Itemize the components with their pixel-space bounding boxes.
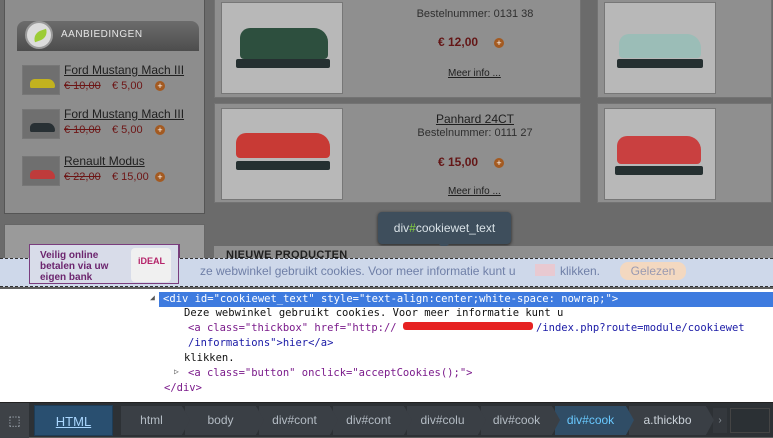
breadcrumb-item[interactable]: div#cook: [481, 406, 560, 435]
breadcrumb-item[interactable]: body: [185, 406, 264, 435]
deal-old-price: € 22,00: [64, 171, 101, 183]
webshop-page: AANBIEDINGEN Ford Mustang Mach III € 10,…: [0, 0, 773, 258]
deal-name[interactable]: Ford Mustang Mach III: [64, 63, 184, 77]
expand-icon[interactable]: ▷: [174, 367, 179, 376]
product-image[interactable]: [604, 108, 716, 200]
code-line[interactable]: Deze webwinkel gebruikt cookies. Voor me…: [184, 307, 563, 319]
accept-cookies-button[interactable]: Gelezen: [620, 262, 686, 280]
code-line[interactable]: /informations">hier</a>: [188, 337, 333, 349]
product-title[interactable]: Panhard 24CT: [380, 112, 570, 126]
product-image[interactable]: [604, 2, 716, 94]
code-line[interactable]: </div>: [164, 382, 202, 394]
product-price: € 15,00: [438, 155, 479, 169]
product-card: [597, 103, 772, 203]
code-line[interactable]: klikken.: [184, 352, 235, 364]
deal-name[interactable]: Renault Modus: [64, 154, 145, 168]
new-products-header: NIEUWE PRODUCTEN: [214, 246, 773, 258]
html-tab[interactable]: HTML: [34, 405, 113, 436]
scroll-right-icon[interactable]: ›: [713, 408, 727, 433]
deal-item[interactable]: Renault Modus € 22,00 € 15,00 +: [17, 154, 199, 196]
cookie-click-text: klikken.: [560, 264, 601, 278]
product-price: € 12,00: [438, 35, 479, 49]
deal-thumbnail[interactable]: [22, 109, 60, 139]
inspect-icon[interactable]: ⬚: [0, 403, 29, 438]
deal-new-price: € 5,00: [112, 124, 143, 136]
element-tooltip: div#cookiewet_text: [378, 212, 511, 249]
specials-sidebar: AANBIEDINGEN Ford Mustang Mach III € 10,…: [4, 0, 205, 214]
add-to-cart-icon[interactable]: +: [155, 172, 165, 182]
code-line[interactable]: <a class="thickbox" href="http://: [188, 322, 397, 334]
breadcrumb: html body div#cont div#cont div#colu div…: [121, 406, 714, 435]
search-box[interactable]: [730, 408, 770, 433]
expand-icon[interactable]: ◢: [150, 293, 155, 302]
product-image[interactable]: [221, 108, 343, 200]
product-sku: Bestelnummer: 0111 27: [417, 127, 533, 139]
specials-header: AANBIEDINGEN: [17, 21, 199, 51]
breadcrumb-item[interactable]: a.thickbo: [629, 406, 714, 435]
product-card: Bestelnummer: 0131 38 € 12,00 + Meer inf…: [214, 0, 581, 98]
more-info-link[interactable]: Meer info ...: [448, 68, 501, 79]
deal-thumbnail[interactable]: [22, 156, 60, 186]
breadcrumb-item[interactable]: div#cont: [333, 406, 412, 435]
code-line[interactable]: <a class="button" onclick="acceptCookies…: [188, 367, 472, 379]
highlighted-cookie-bar: Veilig online betalen via uw eigen bank …: [0, 244, 773, 287]
deal-item[interactable]: Ford Mustang Mach III € 10,00 € 5,00 +: [17, 107, 199, 149]
cookie-message: ze webwinkel gebruikt cookies. Voor meer…: [200, 264, 516, 278]
breadcrumb-item-active[interactable]: div#cook: [555, 406, 634, 435]
ideal-text: Veilig online betalen via uw eigen bank: [40, 250, 109, 283]
devtools-footer: ⬚ HTML html body div#cont div#cont div#c…: [0, 402, 773, 438]
deal-new-price: € 5,00: [112, 80, 143, 92]
product-sku: Bestelnummer: 0131 38: [416, 8, 534, 20]
deal-old-price: € 10,00: [64, 80, 101, 92]
product-card: [597, 0, 772, 98]
more-info-link[interactable]: Meer info ...: [448, 186, 501, 197]
deal-name[interactable]: Ford Mustang Mach III: [64, 107, 184, 121]
code-line[interactable]: /index.php?route=module/cookiewet: [536, 322, 745, 334]
add-to-cart-icon[interactable]: +: [494, 38, 504, 48]
html-source-panel: <div id="cookiewet_text" style="text-ali…: [0, 289, 773, 402]
ideal-logo: iDEAL: [131, 248, 171, 282]
breadcrumb-item[interactable]: div#colu: [407, 406, 486, 435]
leaf-icon: [25, 21, 53, 49]
add-to-cart-icon[interactable]: +: [155, 125, 165, 135]
breadcrumb-item[interactable]: div#cont: [259, 406, 338, 435]
add-to-cart-icon[interactable]: +: [494, 158, 504, 168]
add-to-cart-icon[interactable]: +: [155, 81, 165, 91]
product-grid: Bestelnummer: 0131 38 € 12,00 + Meer inf…: [214, 0, 773, 220]
breadcrumb-item[interactable]: html: [121, 406, 190, 435]
product-image[interactable]: [221, 2, 343, 94]
product-card: Panhard 24CT Bestelnummer: 0111 27 € 15,…: [214, 103, 581, 203]
deal-new-price: € 15,00: [112, 171, 149, 183]
ideal-banner-overlay[interactable]: Veilig online betalen via uw eigen bank …: [29, 244, 179, 284]
selected-node-code[interactable]: <div id="cookiewet_text" style="text-ali…: [163, 293, 618, 305]
deal-thumbnail[interactable]: [22, 65, 60, 95]
deal-old-price: € 10,00: [64, 124, 101, 136]
new-products-title: NIEUWE PRODUCTEN: [226, 249, 348, 258]
cookie-info-link[interactable]: [535, 264, 555, 276]
specials-title: AANBIEDINGEN: [61, 29, 143, 40]
deal-item[interactable]: Ford Mustang Mach III € 10,00 € 5,00 +: [17, 63, 199, 105]
redaction-mark: [403, 322, 533, 330]
selected-node[interactable]: <div id="cookiewet_text" style="text-ali…: [159, 292, 773, 307]
